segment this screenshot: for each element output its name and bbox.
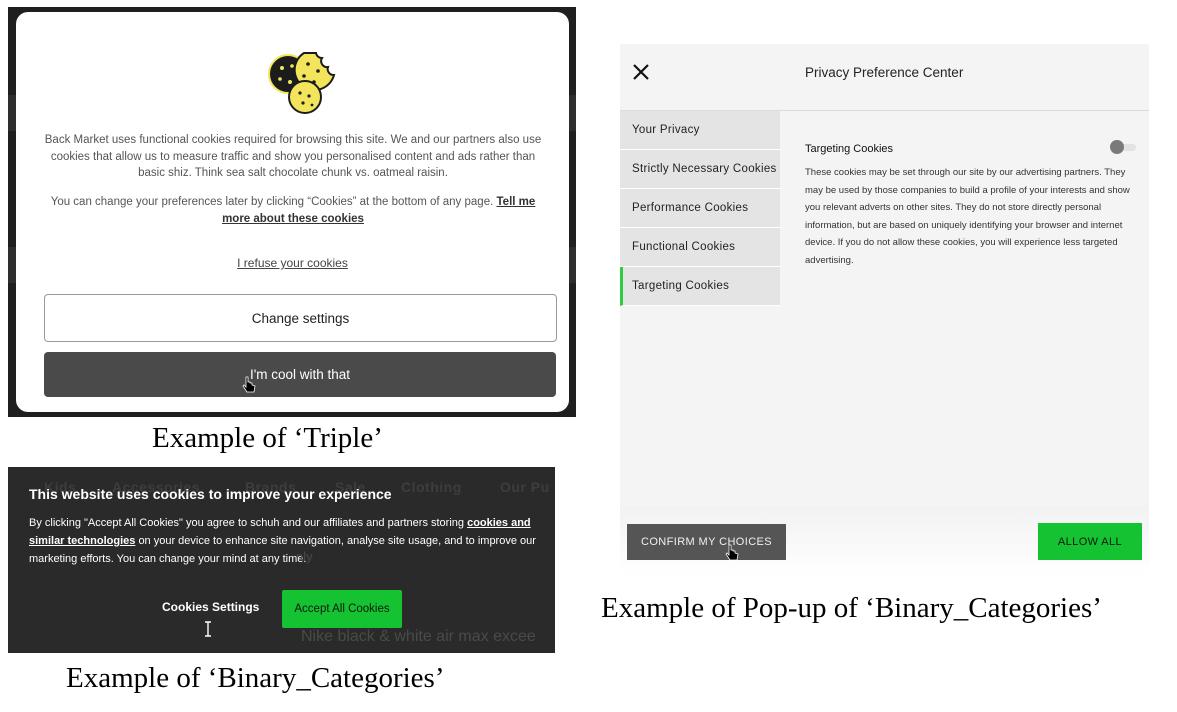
banner-body-text: By clicking "Accept All Cookies" you agr… <box>29 517 465 529</box>
accept-cookies-button[interactable]: I'm cool with that <box>44 352 556 397</box>
category-sidebar: Your Privacy Strictly Necessary Cookies … <box>620 111 780 306</box>
hand-cursor-icon <box>725 544 739 561</box>
cookies-settings-button[interactable]: Cookies Settings <box>162 600 259 614</box>
preference-center-title: Privacy Preference Center <box>805 65 964 80</box>
background-nav-item: Our Pu <box>500 479 550 495</box>
sidebar-item-label: Performance Cookies <box>632 202 749 214</box>
preference-footer: CONFIRM MY CHOICES ALLOW ALL <box>620 507 1149 576</box>
preferences-text: You can change your preferences later by… <box>42 194 544 227</box>
accept-cookies-label: I'm cool with that <box>249 367 351 382</box>
cookie-consent-modal: Back Market uses functional cookies requ… <box>16 12 569 412</box>
cookie-description: Back Market uses functional cookies requ… <box>44 134 542 179</box>
text-cursor-icon <box>205 621 211 637</box>
binary-categories-banner: Kids Accessories Brands Sale Clothing Ou… <box>8 467 555 653</box>
sidebar-item-label: Functional Cookies <box>632 241 736 253</box>
cookies-icon <box>268 52 336 114</box>
background-fragment: nly <box>296 549 313 564</box>
caption-popup: Example of Pop-up of ‘Binary_Categories’ <box>601 592 1102 624</box>
accept-all-label: Accept All Cookies <box>294 603 390 615</box>
confirm-choices-label: CONFIRM MY CHOICES <box>640 536 773 548</box>
refuse-cookies-link[interactable]: I refuse your cookies <box>16 256 569 270</box>
sidebar-item-targeting[interactable]: Targeting Cookies <box>620 267 780 306</box>
caption-binary: Example of ‘Binary_Categories’ <box>66 662 445 694</box>
allow-all-button[interactable]: ALLOW ALL <box>1038 523 1142 560</box>
section-heading: Targeting Cookies <box>805 143 894 155</box>
sidebar-item-your-privacy[interactable]: Your Privacy <box>620 111 780 150</box>
triple-screenshot: Back Market uses functional cookies requ… <box>8 7 576 417</box>
caption-triple: Example of ‘Triple’ <box>152 422 383 454</box>
toggle-knob <box>1110 140 1124 154</box>
sidebar-item-performance[interactable]: Performance Cookies <box>620 189 780 228</box>
targeting-cookies-toggle[interactable] <box>1110 140 1136 154</box>
banner-body: By clicking "Accept All Cookies" you agr… <box>29 514 539 568</box>
privacy-preference-center: Privacy Preference Center Your Privacy S… <box>620 44 1149 576</box>
section-description: These cookies may be set through our sit… <box>805 167 1130 266</box>
change-settings-button[interactable]: Change settings <box>44 294 557 342</box>
change-settings-label: Change settings <box>251 310 350 326</box>
close-icon[interactable] <box>631 62 651 82</box>
sidebar-item-label: Your Privacy <box>632 124 700 136</box>
sidebar-item-strictly-necessary[interactable]: Strictly Necessary Cookies <box>620 150 780 189</box>
banner-title: This website uses cookies to improve you… <box>29 486 392 502</box>
sidebar-item-functional[interactable]: Functional Cookies <box>620 228 780 267</box>
sidebar-item-label: Strictly Necessary Cookies <box>632 163 777 175</box>
hand-cursor-icon <box>242 376 256 393</box>
background-product-text: Nike black & white air max excee <box>301 628 536 645</box>
background-nav-item: Clothing <box>401 479 462 495</box>
sidebar-item-label: Targeting Cookies <box>632 280 730 292</box>
preferences-sentence: You can change your preferences later by… <box>50 196 494 208</box>
accept-all-cookies-button[interactable]: Accept All Cookies <box>282 590 402 628</box>
confirm-choices-button[interactable]: CONFIRM MY CHOICES <box>627 524 786 560</box>
allow-all-label: ALLOW ALL <box>1057 535 1123 548</box>
